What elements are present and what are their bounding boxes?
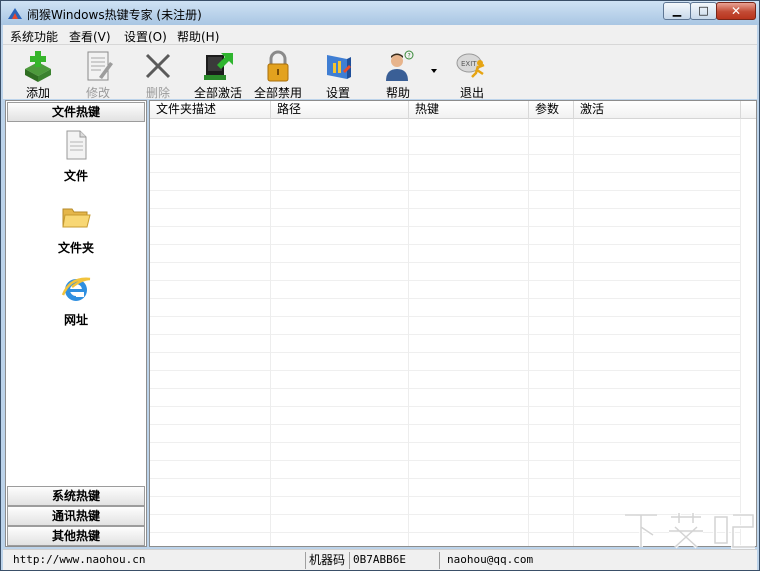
column-path[interactable]: 路径 — [271, 101, 409, 119]
status-machine-code-label: 机器码 — [309, 553, 346, 567]
panel-item-label: 文件 — [63, 169, 88, 183]
grid-divider — [573, 119, 574, 546]
hotkey-list[interactable]: 文件夹描述 路径 热键 参数 激活 — [149, 100, 757, 547]
grid-divider — [528, 119, 529, 546]
group-comm-hotkeys[interactable]: 通讯热键 — [7, 506, 145, 526]
svg-text:EXIT: EXIT — [461, 60, 477, 68]
panel-item-label: 网址 — [63, 313, 88, 327]
menu-settings[interactable]: 设置(O) — [124, 28, 167, 45]
settings-icon — [327, 55, 351, 79]
exit-label: 退出 — [459, 86, 484, 100]
column-active[interactable]: 激活 — [574, 101, 741, 119]
monitor-activate-icon — [204, 53, 233, 80]
list-header: 文件夹描述 路径 热键 参数 激活 — [150, 101, 756, 119]
folder-icon — [62, 208, 91, 228]
disable-all-button[interactable]: 全部禁用 — [249, 47, 307, 100]
help-button[interactable]: ? 帮助 — [373, 47, 423, 100]
column-params[interactable]: 参数 — [529, 101, 574, 119]
status-divider — [439, 552, 440, 569]
close-button[interactable]: ✕ — [716, 2, 756, 20]
status-website: http://www.naohou.cn — [13, 553, 146, 566]
internet-explorer-icon — [61, 277, 91, 301]
panel-item-url[interactable]: 网址 — [6, 273, 146, 339]
column-hotkey[interactable]: 热键 — [409, 101, 529, 119]
group-system-hotkeys[interactable]: 系统热键 — [7, 486, 145, 506]
group-file-hotkeys[interactable]: 文件热键 — [7, 102, 145, 122]
close-icon: ✕ — [730, 4, 742, 18]
edit-document-icon — [87, 51, 113, 81]
status-divider — [349, 552, 350, 569]
add-icon — [25, 51, 51, 82]
minimize-icon: ▁ — [672, 4, 682, 17]
add-label: 添加 — [25, 86, 50, 100]
edit-label: 修改 — [85, 86, 110, 100]
maximize-icon: □ — [698, 4, 709, 17]
exit-running-icon: EXIT — [456, 53, 485, 78]
edit-button[interactable]: 修改 — [73, 47, 123, 100]
menu-bar: 系统功能 查看(V) 设置(O) 帮助(H) — [3, 25, 757, 45]
menu-help[interactable]: 帮助(H) — [177, 28, 219, 45]
panel-item-file[interactable]: 文件 — [6, 129, 146, 195]
list-grid — [150, 119, 740, 546]
grid-divider — [740, 119, 741, 546]
delete-button[interactable]: 删除 — [133, 47, 183, 100]
settings-button[interactable]: 设置 — [313, 47, 363, 100]
status-email: naohou@qq.com — [447, 553, 534, 566]
help-person-icon: ? — [386, 50, 414, 81]
disable-all-label: 全部禁用 — [253, 86, 302, 100]
watermark-logo — [625, 513, 755, 549]
maximize-button[interactable]: □ — [690, 2, 717, 20]
category-panel: 文件热键 文件 文件夹 网址 系统热键 通讯热键 其他热键 — [5, 100, 147, 547]
status-bar: http://www.naohou.cn 机器码 0B7ABB6E naohou… — [3, 549, 757, 570]
window-title: 闹猴Windows热键专家 (未注册) — [27, 8, 202, 22]
padlock-icon — [267, 50, 289, 82]
title-bar[interactable]: 闹猴Windows热键专家 (未注册) ▁ □ ✕ — [1, 1, 759, 25]
activate-all-button[interactable]: 全部激活 — [189, 47, 247, 100]
exit-button[interactable]: EXIT 退出 — [447, 47, 497, 100]
menu-system[interactable]: 系统功能 — [10, 28, 58, 45]
activate-all-label: 全部激活 — [193, 86, 242, 100]
grid-divider — [408, 119, 409, 546]
app-window: 闹猴Windows热键专家 (未注册) ▁ □ ✕ 系统功能 查看(V) 设置(… — [0, 0, 760, 571]
menu-view[interactable]: 查看(V) — [69, 28, 111, 45]
add-button[interactable]: 添加 — [13, 47, 63, 100]
minimize-button[interactable]: ▁ — [663, 2, 691, 20]
delete-label: 删除 — [145, 86, 170, 100]
settings-label: 设置 — [325, 86, 350, 100]
panel-item-label: 文件夹 — [57, 241, 94, 255]
column-folder-description[interactable]: 文件夹描述 — [150, 101, 271, 119]
file-icon — [66, 130, 87, 160]
svg-text:?: ? — [408, 53, 411, 60]
help-label: 帮助 — [385, 86, 410, 100]
panel-item-folder[interactable]: 文件夹 — [6, 201, 146, 267]
delete-x-icon — [145, 53, 171, 79]
status-machine-code: 0B7ABB6E — [353, 553, 406, 566]
help-dropdown-arrow-icon[interactable] — [431, 69, 437, 73]
grid-divider — [270, 119, 271, 546]
status-divider — [305, 552, 306, 569]
group-other-hotkeys[interactable]: 其他热键 — [7, 526, 145, 546]
toolbar: 添加 修改 删除 全部激活 全部禁用 设置 ? 帮助 EXIT 退出 — [3, 45, 757, 100]
app-logo-icon — [8, 8, 22, 19]
